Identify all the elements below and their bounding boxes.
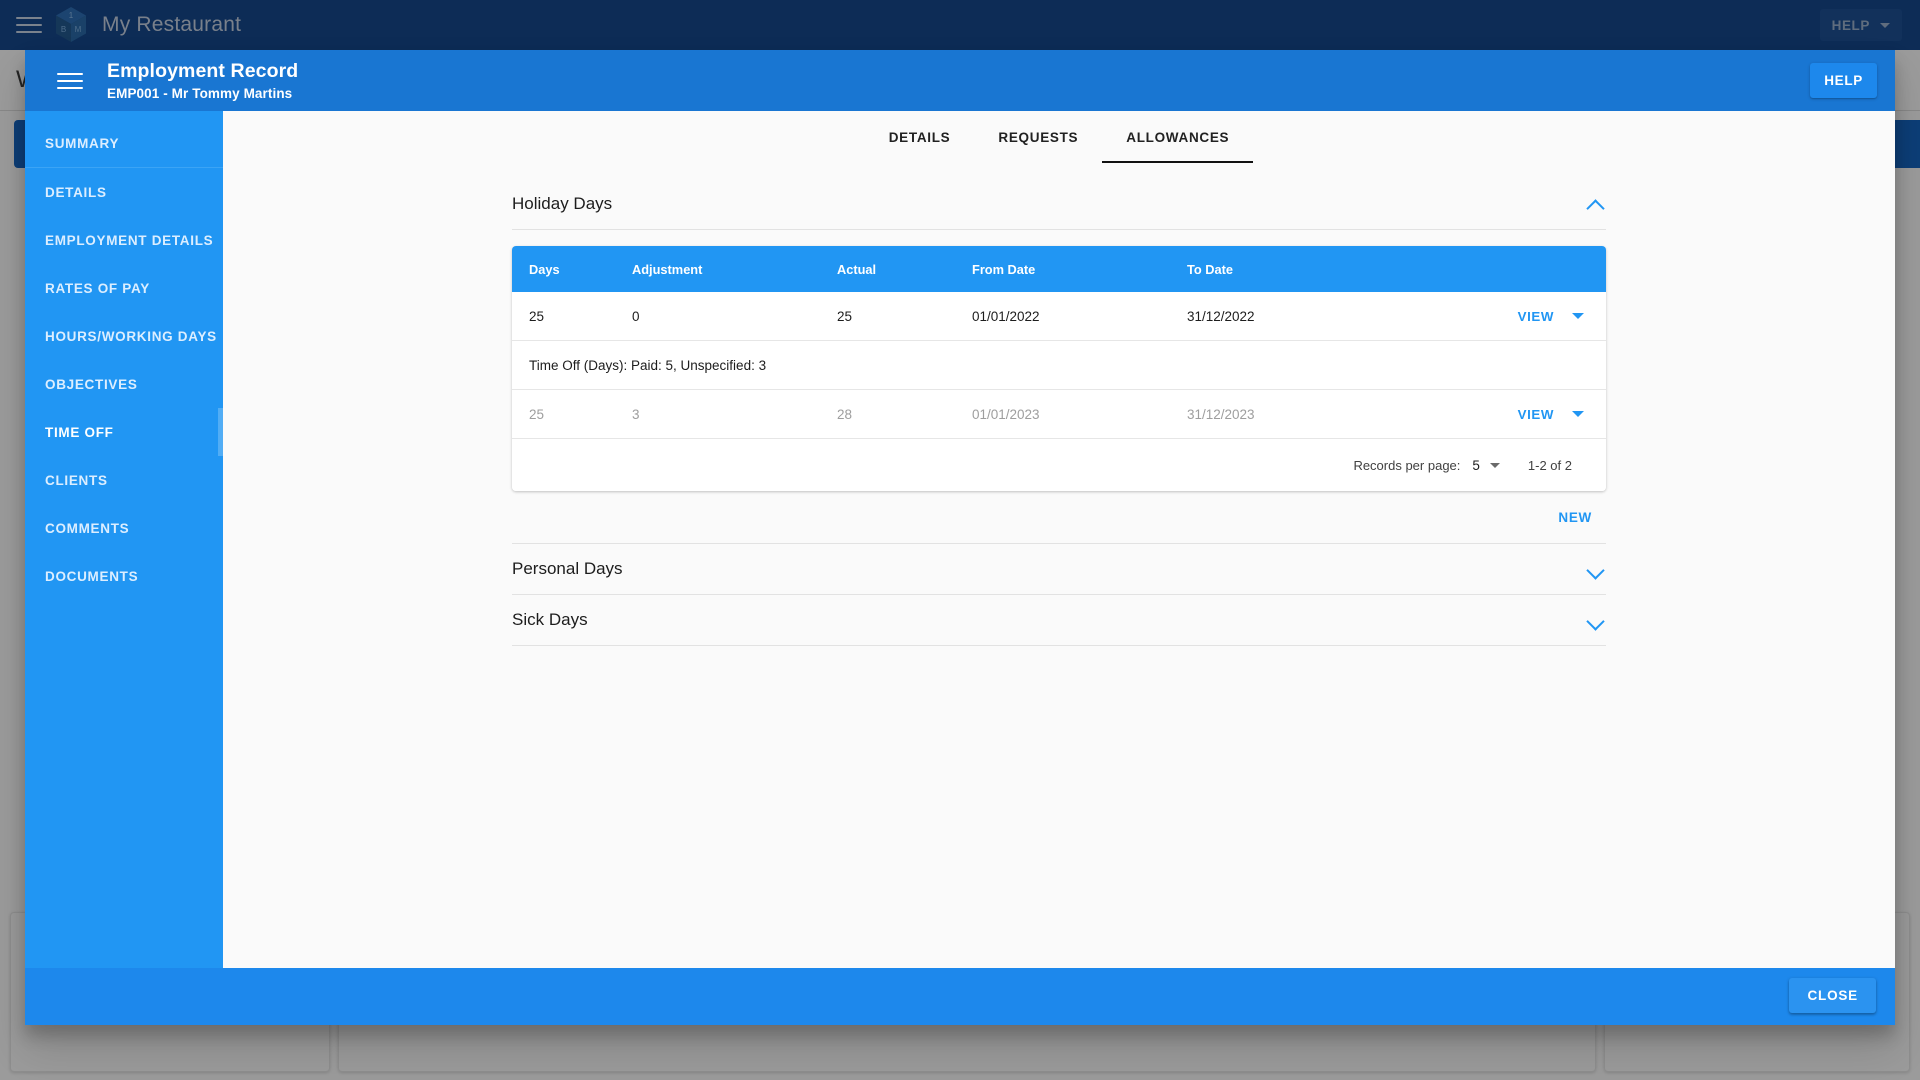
- dialog-help-button[interactable]: HELP: [1810, 63, 1877, 98]
- panel-sick-days: Sick Days: [512, 595, 1606, 646]
- row-expand-caret-icon[interactable]: [1572, 313, 1584, 319]
- sidebar-item-label: COMMENTS: [45, 520, 130, 536]
- sidebar-item-label: OBJECTIVES: [45, 376, 138, 392]
- dialog-subtitle: EMP001 - Mr Tommy Martins: [107, 86, 293, 101]
- cell-adjustment: 3: [632, 406, 640, 422]
- row-expand-caret-icon[interactable]: [1572, 411, 1584, 417]
- cell-from-date: 01/01/2022: [972, 308, 1040, 324]
- sidebar-item-label: RATES OF PAY: [45, 280, 150, 296]
- view-button[interactable]: VIEW: [1518, 407, 1554, 422]
- panel-holiday-days: Holiday Days Days Adjustment Actual From…: [512, 179, 1606, 543]
- panel-personal-days-header[interactable]: Personal Days: [512, 544, 1606, 594]
- chevron-down-icon[interactable]: [1586, 559, 1606, 579]
- tab-label: DETAILS: [888, 129, 951, 145]
- cell-days: 25: [529, 308, 545, 324]
- panel-personal-days: Personal Days: [512, 543, 1606, 595]
- cell-days: 25: [529, 406, 545, 422]
- dialog-sidebar: SUMMARY DETAILS EMPLOYMENT DETAILS RATES…: [25, 111, 223, 968]
- sidebar-item-label: CLIENTS: [45, 472, 108, 488]
- sidebar-item-label: EMPLOYMENT DETAILS: [45, 232, 214, 248]
- table-row[interactable]: 25 3 28 01/01/2023 31/12/2023 VIEW: [512, 390, 1606, 439]
- column-header-days: Days: [529, 261, 560, 277]
- allowances-panels: Holiday Days Days Adjustment Actual From…: [512, 163, 1606, 646]
- cell-actual: 25: [837, 308, 853, 324]
- sidebar-item-label: SUMMARY: [45, 136, 120, 151]
- table-row-detail: Time Off (Days): Paid: 5, Unspecified: 3: [512, 341, 1606, 390]
- cell-to-date: 31/12/2022: [1187, 308, 1255, 324]
- sidebar-item-details[interactable]: DETAILS: [25, 168, 223, 216]
- sidebar-item-objectives[interactable]: OBJECTIVES: [25, 360, 223, 408]
- sidebar-item-time-off[interactable]: TIME OFF: [25, 408, 223, 456]
- sidebar-item-label: DOCUMENTS: [45, 568, 139, 584]
- tab-label: REQUESTS: [998, 129, 1079, 145]
- row-detail-text: Time Off (Days): Paid: 5, Unspecified: 3: [529, 357, 767, 373]
- new-button[interactable]: NEW: [1558, 510, 1606, 525]
- sidebar-item-employment-details[interactable]: EMPLOYMENT DETAILS: [25, 216, 223, 264]
- sidebar-item-label: HOURS/WORKING DAYS: [45, 328, 217, 344]
- tab-label: ALLOWANCES: [1126, 129, 1230, 145]
- tab-allowances[interactable]: ALLOWANCES: [1102, 111, 1254, 163]
- chevron-up-icon[interactable]: [1586, 194, 1606, 214]
- cell-from-date: 01/01/2023: [972, 406, 1040, 422]
- view-button[interactable]: VIEW: [1518, 309, 1554, 324]
- table-row[interactable]: 25 0 25 01/01/2022 31/12/2022 VIEW: [512, 292, 1606, 341]
- sidebar-item-comments[interactable]: COMMENTS: [25, 504, 223, 552]
- column-header-adjustment: Adjustment: [632, 261, 703, 277]
- employment-record-dialog: Employment Record EMP001 - Mr Tommy Mart…: [25, 50, 1895, 1025]
- new-row: NEW: [512, 491, 1606, 543]
- divider: [512, 645, 1606, 646]
- row-actions: VIEW: [1447, 309, 1606, 324]
- sidebar-item-hours-working-days[interactable]: HOURS/WORKING DAYS: [25, 312, 223, 360]
- chevron-down-icon[interactable]: [1489, 462, 1500, 468]
- tab-bar: DETAILS REQUESTS ALLOWANCES: [223, 111, 1895, 163]
- tab-requests[interactable]: REQUESTS: [974, 111, 1102, 163]
- panel-title: Holiday Days: [512, 194, 613, 213]
- panel-sick-days-header[interactable]: Sick Days: [512, 595, 1606, 645]
- main-content: DETAILS REQUESTS ALLOWANCES Holiday Days: [223, 111, 1895, 968]
- cell-actual: 28: [837, 406, 853, 422]
- close-button-label: CLOSE: [1807, 988, 1858, 1003]
- table-paginator: Records per page: 5 1-2 of 2: [512, 439, 1606, 491]
- cell-adjustment: 0: [632, 308, 640, 324]
- records-range-label: 1-2 of 2: [1527, 457, 1572, 473]
- sidebar-item-label: DETAILS: [45, 184, 107, 200]
- panel-title: Personal Days: [512, 559, 623, 578]
- chevron-down-icon[interactable]: [1586, 610, 1606, 630]
- sidebar-item-clients[interactable]: CLIENTS: [25, 456, 223, 504]
- sidebar-item-summary[interactable]: SUMMARY: [25, 120, 223, 168]
- dialog-body: SUMMARY DETAILS EMPLOYMENT DETAILS RATES…: [25, 111, 1895, 968]
- records-per-page-value[interactable]: 5: [1472, 458, 1480, 473]
- dialog-menu-icon[interactable]: [57, 71, 83, 91]
- sidebar-item-documents[interactable]: DOCUMENTS: [25, 552, 223, 600]
- panel-title: Sick Days: [512, 610, 588, 629]
- dialog-footer: CLOSE: [25, 968, 1895, 1025]
- close-button[interactable]: CLOSE: [1789, 978, 1876, 1013]
- cell-to-date: 31/12/2023: [1187, 406, 1255, 422]
- column-header-actual: Actual: [837, 261, 877, 277]
- dialog-title: Employment Record: [107, 60, 299, 82]
- divider: [512, 229, 1606, 230]
- dialog-header: Employment Record EMP001 - Mr Tommy Mart…: [25, 50, 1895, 111]
- records-per-page-label: Records per page:: [1353, 457, 1461, 473]
- table-header-row: Days Adjustment Actual From Date To Date: [512, 246, 1606, 292]
- panel-holiday-days-header[interactable]: Holiday Days: [512, 179, 1606, 229]
- dialog-help-label: HELP: [1824, 73, 1863, 88]
- sidebar-item-label: TIME OFF: [45, 424, 114, 440]
- column-header-from-date: From Date: [972, 261, 1036, 277]
- row-actions: VIEW: [1447, 407, 1606, 422]
- holiday-days-table: Days Adjustment Actual From Date To Date…: [512, 246, 1606, 491]
- column-header-to-date: To Date: [1187, 261, 1233, 277]
- sidebar-item-rates-of-pay[interactable]: RATES OF PAY: [25, 264, 223, 312]
- tab-details[interactable]: DETAILS: [865, 111, 975, 163]
